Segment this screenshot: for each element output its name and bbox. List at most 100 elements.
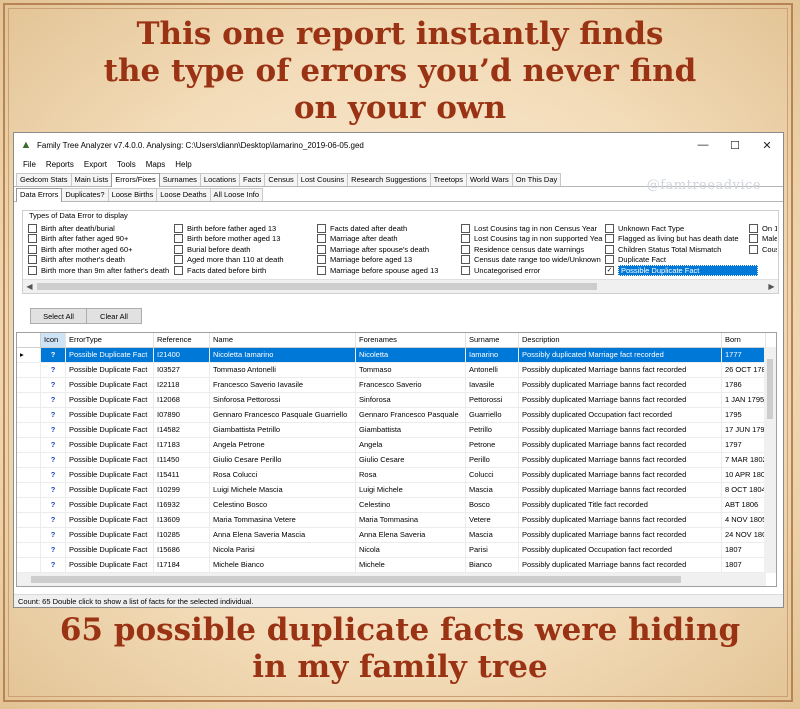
column-header-surname[interactable]: Surname bbox=[466, 333, 519, 347]
scroll-right-icon[interactable]: ▶ bbox=[765, 280, 778, 293]
checkbox-icon[interactable] bbox=[461, 244, 470, 254]
checkbox-icon[interactable] bbox=[749, 223, 758, 233]
error-checkbox[interactable]: Birth before father aged 13 bbox=[174, 223, 284, 234]
error-checkbox[interactable]: Male bbox=[749, 234, 777, 245]
checkbox-icon[interactable] bbox=[28, 255, 37, 265]
grid-vertical-scrollbar[interactable] bbox=[764, 347, 776, 573]
close-button[interactable]: ✕ bbox=[751, 133, 783, 157]
clear-all-button[interactable]: Clear All bbox=[86, 308, 142, 324]
table-row[interactable]: ? Possible Duplicate Fact I12068 Sinforosa … bbox=[17, 393, 776, 408]
checkbox-icon[interactable] bbox=[174, 265, 183, 275]
table-row[interactable]: ? Possible Duplicate Fact I03527 Tommaso An… bbox=[17, 363, 776, 378]
subtab-data-errors[interactable]: Data Errors bbox=[16, 188, 63, 202]
error-checkbox[interactable]: Uncategorised error bbox=[461, 265, 607, 276]
menu-help[interactable]: Help bbox=[170, 160, 196, 169]
error-checkbox[interactable]: Birth after mother aged 60+ bbox=[28, 244, 169, 255]
checkbox-icon[interactable] bbox=[174, 234, 183, 244]
menu-maps[interactable]: Maps bbox=[141, 160, 171, 169]
error-checkbox[interactable]: Unknown Fact Type bbox=[605, 223, 758, 234]
error-checkbox[interactable]: Marriage before spouse aged 13 bbox=[317, 265, 438, 276]
checkbox-icon[interactable] bbox=[174, 223, 183, 233]
column-header-errortype[interactable]: ErrorType bbox=[66, 333, 154, 347]
error-checkbox[interactable]: Lost Cousins tag in non supported Yea bbox=[461, 234, 607, 245]
table-row[interactable]: ▸? Possible Duplicate Fact I21400 Nicoletta… bbox=[17, 348, 776, 363]
checkbox-icon[interactable] bbox=[605, 234, 614, 244]
error-checkbox[interactable]: Birth after death/burial bbox=[28, 223, 169, 234]
checkbox-icon[interactable] bbox=[461, 223, 470, 233]
checkbox-icon[interactable] bbox=[749, 244, 758, 254]
checkbox-icon[interactable] bbox=[317, 244, 326, 254]
column-header-name[interactable]: Name bbox=[210, 333, 356, 347]
tab-gedcom-stats[interactable]: Gedcom Stats bbox=[16, 173, 72, 186]
row-header[interactable] bbox=[17, 453, 41, 467]
checkbox-icon[interactable] bbox=[317, 234, 326, 244]
row-header[interactable] bbox=[17, 363, 41, 377]
error-checkbox[interactable]: Flagged as living but has death date bbox=[605, 234, 758, 245]
error-checkbox[interactable]: Aged more than 110 at death bbox=[174, 255, 284, 266]
error-checkbox[interactable]: Residence census date warnings bbox=[461, 244, 607, 255]
table-row[interactable]: ? Possible Duplicate Fact I10299 Luigi Mich… bbox=[17, 483, 776, 498]
error-checkbox[interactable]: Birth after father aged 90+ bbox=[28, 234, 169, 245]
error-types-scrollbar[interactable]: ◀ ▶ bbox=[23, 279, 778, 293]
row-header[interactable]: ▸ bbox=[17, 348, 41, 362]
menu-reports[interactable]: Reports bbox=[41, 160, 79, 169]
error-checkbox[interactable]: Facts dated before birth bbox=[174, 265, 284, 276]
checked-checkbox-icon[interactable]: ✓ bbox=[605, 265, 614, 275]
column-header-forenames[interactable]: Forenames bbox=[356, 333, 466, 347]
select-all-button[interactable]: Select All bbox=[30, 308, 87, 324]
error-checkbox[interactable]: Census date range too wide/Unknown bbox=[461, 255, 607, 266]
table-row[interactable]: ? Possible Duplicate Fact I17183 Angela Pet… bbox=[17, 438, 776, 453]
row-header[interactable] bbox=[17, 438, 41, 452]
error-checkbox[interactable]: Facts dated after death bbox=[317, 223, 438, 234]
table-row[interactable]: ? Possible Duplicate Fact I11450 Giulio Ces… bbox=[17, 453, 776, 468]
row-header[interactable] bbox=[17, 543, 41, 557]
tab-census[interactable]: Census bbox=[264, 173, 298, 186]
column-header-icon[interactable]: Icon bbox=[41, 333, 66, 347]
checkbox-icon[interactable] bbox=[605, 255, 614, 265]
checkbox-icon[interactable] bbox=[28, 234, 37, 244]
scrollbar-thumb[interactable] bbox=[31, 576, 681, 583]
checkbox-icon[interactable] bbox=[461, 234, 470, 244]
error-checkbox[interactable]: Marriage before aged 13 bbox=[317, 255, 438, 266]
row-header[interactable] bbox=[17, 483, 41, 497]
checkbox-icon[interactable] bbox=[317, 265, 326, 275]
checkbox-icon[interactable] bbox=[174, 244, 183, 254]
table-row[interactable]: ? Possible Duplicate Fact I22118 Francesco … bbox=[17, 378, 776, 393]
tab-errors-fixes[interactable]: Errors/Fixes bbox=[111, 173, 160, 187]
table-row[interactable]: ? Possible Duplicate Fact I10285 Anna Elena… bbox=[17, 528, 776, 543]
error-checkbox[interactable]: Marriage after spouse's death bbox=[317, 244, 438, 255]
subtab-duplicates[interactable]: Duplicates? bbox=[61, 188, 109, 201]
subtab-all-loose-info[interactable]: All Loose Info bbox=[209, 188, 263, 201]
subtab-loose-deaths[interactable]: Loose Deaths bbox=[156, 188, 211, 201]
checkbox-icon[interactable] bbox=[749, 234, 758, 244]
error-checkbox[interactable]: Birth after mother's death bbox=[28, 255, 169, 266]
maximize-button[interactable]: ☐ bbox=[719, 133, 751, 157]
row-header[interactable] bbox=[17, 498, 41, 512]
table-row[interactable]: ? Possible Duplicate Fact I17184 Michele Bi… bbox=[17, 558, 776, 573]
checkbox-icon[interactable] bbox=[461, 265, 470, 275]
error-checkbox[interactable]: Cous bbox=[749, 244, 777, 255]
menu-file[interactable]: File bbox=[18, 160, 41, 169]
row-header[interactable] bbox=[17, 408, 41, 422]
checkbox-icon[interactable] bbox=[317, 223, 326, 233]
checkbox-icon[interactable] bbox=[28, 223, 37, 233]
row-header[interactable] bbox=[17, 378, 41, 392]
tab-research-suggestions[interactable]: Research Suggestions bbox=[347, 173, 431, 186]
tab-facts[interactable]: Facts bbox=[239, 173, 266, 186]
column-header-description[interactable]: Description bbox=[519, 333, 722, 347]
tab-locations[interactable]: Locations bbox=[199, 173, 241, 186]
grid-horizontal-scrollbar[interactable] bbox=[17, 573, 766, 586]
checkbox-icon[interactable] bbox=[28, 265, 37, 275]
tab-on-this-day[interactable]: On This Day bbox=[511, 173, 562, 186]
error-checkbox-possible-duplicate-fact[interactable]: ✓ Possible Duplicate Fact bbox=[605, 264, 758, 276]
tab-treetops[interactable]: Treetops bbox=[429, 173, 467, 186]
menu-export[interactable]: Export bbox=[79, 160, 112, 169]
error-checkbox[interactable]: Duplicate Fact bbox=[605, 255, 758, 266]
error-checkbox[interactable]: Children Status Total Mismatch bbox=[605, 244, 758, 255]
error-checkbox[interactable]: Marriage after death bbox=[317, 234, 438, 245]
tab-world-wars[interactable]: World Wars bbox=[465, 173, 513, 186]
checkbox-icon[interactable] bbox=[461, 255, 470, 265]
row-header[interactable] bbox=[17, 558, 41, 572]
row-header[interactable] bbox=[17, 528, 41, 542]
row-header[interactable] bbox=[17, 468, 41, 482]
